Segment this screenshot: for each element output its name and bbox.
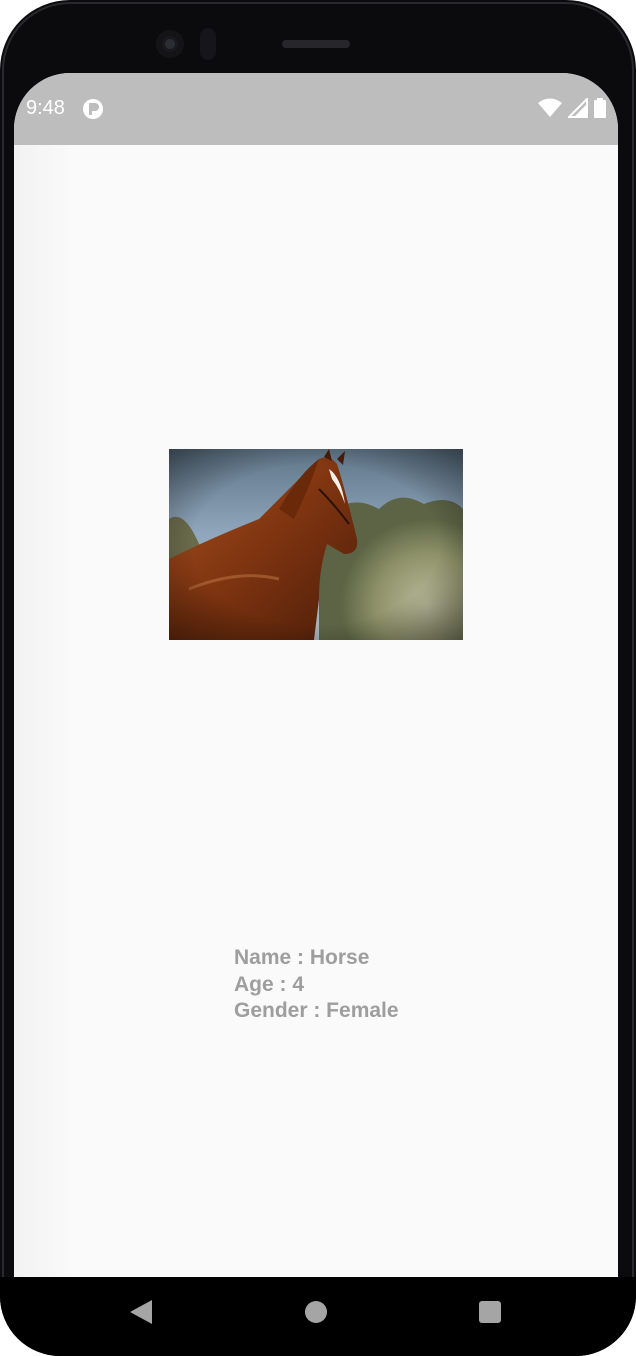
battery-icon [594,98,606,118]
pet-name-text: Name : Horse [234,946,370,969]
status-icons [538,98,606,118]
app-notification-icon [83,99,103,119]
status-time: 9:48 [26,97,65,119]
screen: 9:48 Name: Horse Age: 4 Gender: Femal… [14,73,618,1277]
pet-gender-text: Gender : Female [234,999,399,1022]
phone-frame: 9:48 Name: Horse Age: 4 Gender: Femal… [0,0,636,1356]
cellular-signal-icon [568,98,588,118]
earpiece-speaker [282,40,350,48]
back-icon[interactable] [130,1300,152,1324]
horse-photo [169,449,463,640]
navigation-bar [0,1277,636,1356]
recents-icon[interactable] [479,1301,501,1323]
main-content: Name : Horse Age : 4 Gender : Female [14,145,618,1277]
pet-info: Name : Horse Age : 4 Gender : Female [234,945,399,1025]
wifi-icon [538,98,562,117]
pet-age-text: Age : 4 [234,972,305,996]
proximity-sensor [200,28,216,60]
home-icon[interactable] [305,1301,327,1323]
front-camera [156,30,184,58]
status-bar: 9:48 [14,73,618,145]
